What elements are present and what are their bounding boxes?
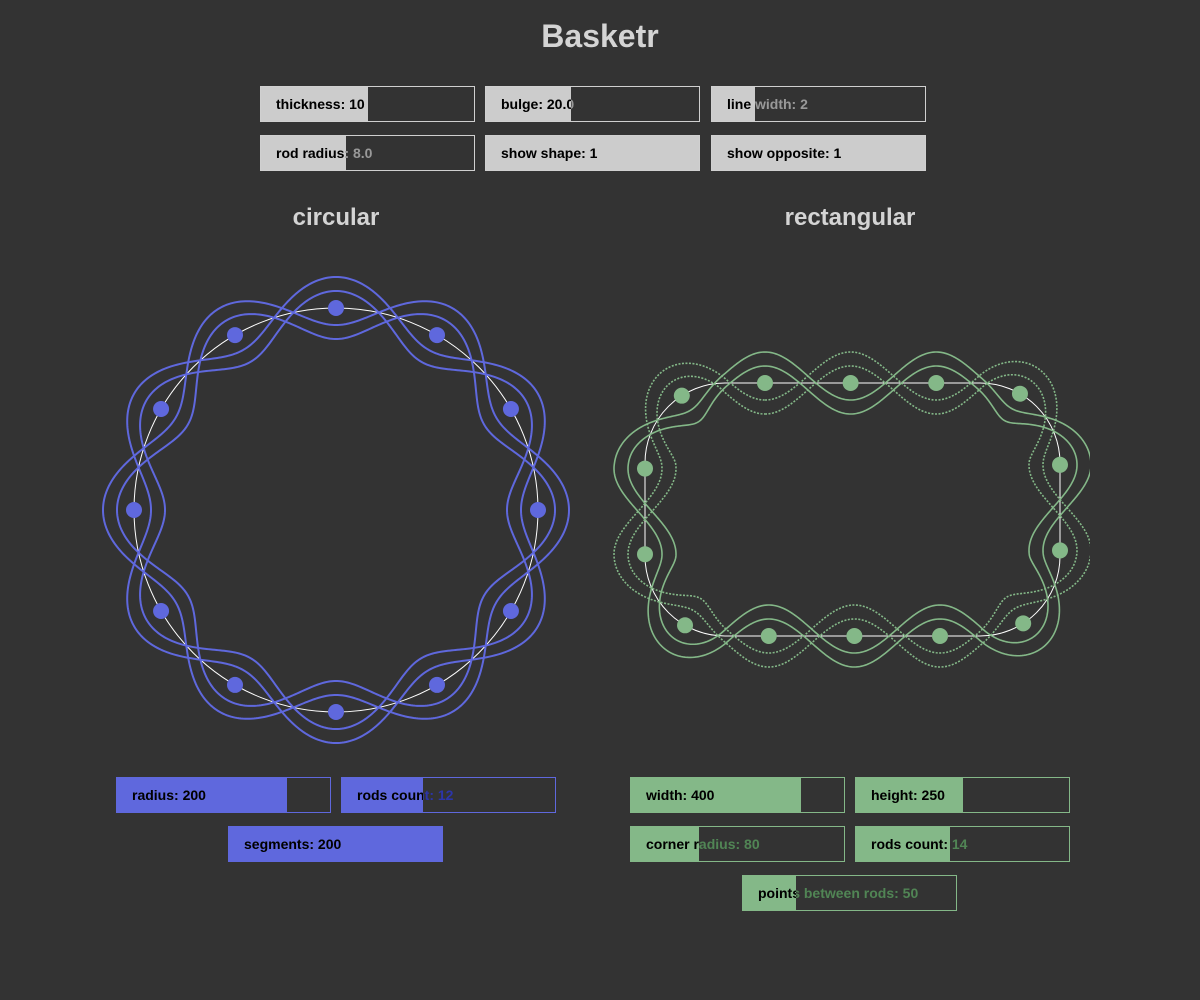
weave-strand (115, 313, 557, 707)
circular-basket-canvas (101, 275, 571, 745)
weave-strand (627, 365, 1078, 654)
weave-strand (139, 289, 533, 731)
slider-label: thickness: 10 (276, 96, 365, 112)
rod (1015, 615, 1032, 632)
radius-slider[interactable]: radius: 200 (116, 777, 331, 813)
rod (153, 603, 170, 619)
rod (328, 300, 344, 316)
slider-label: points between rods: 50 (758, 885, 919, 901)
rod (227, 327, 243, 344)
rod (227, 676, 243, 693)
rod (673, 387, 690, 404)
rod (1052, 456, 1068, 473)
app-title: Basketr (541, 18, 659, 54)
slider-label: bulge: 20.0 (501, 96, 575, 112)
slider-label: show shape: 1 (501, 145, 598, 161)
rod (1052, 542, 1068, 559)
show-opposite-slider[interactable]: show opposite: 1 (711, 135, 926, 171)
rod (1011, 385, 1028, 402)
rod (153, 401, 170, 417)
rod-radius-slider[interactable]: rod radius: 8.0 (260, 135, 475, 171)
rod (932, 628, 948, 644)
rectangular-basket-canvas (613, 351, 1090, 668)
rectangular-rods-count-slider[interactable]: rods count: 14 (855, 826, 1070, 862)
slider-label: show opposite: 1 (727, 145, 842, 161)
rod (126, 502, 142, 518)
rod (760, 628, 777, 644)
slider-label: width: 400 (646, 787, 715, 803)
slider-label: rods count: 14 (871, 836, 968, 852)
rod (502, 603, 519, 619)
circular-rods-count-slider[interactable]: rods count: 12 (341, 777, 556, 813)
slider-label: segments: 200 (244, 836, 342, 852)
rectangular-title: rectangular (784, 204, 916, 231)
rod (637, 460, 653, 477)
rod (928, 375, 945, 391)
thickness-slider[interactable]: thickness: 10 (260, 86, 475, 122)
shape-guide-circle (133, 307, 539, 713)
points-between-rods-slider[interactable]: points between rods: 50 (742, 875, 957, 911)
rod (429, 676, 445, 693)
rod (637, 546, 653, 563)
width-slider[interactable]: width: 400 (630, 777, 845, 813)
weave-strand (101, 300, 571, 720)
slider-label: rod radius: 8.0 (276, 145, 373, 161)
slider-label: corner radius: 80 (646, 836, 760, 852)
circular-title: circular (292, 204, 380, 231)
rod (530, 502, 546, 518)
rod (502, 401, 519, 417)
weave-strand (126, 275, 546, 745)
rod (429, 327, 445, 344)
rod (328, 704, 344, 720)
height-slider[interactable]: height: 250 (855, 777, 1070, 813)
slider-label: line width: 2 (727, 96, 808, 112)
weave-strand (627, 365, 1078, 654)
rod (846, 628, 863, 644)
rod (842, 375, 859, 391)
line-width-slider[interactable]: line width: 2 (711, 86, 926, 122)
rod (757, 375, 773, 391)
slider-label: radius: 200 (132, 787, 206, 803)
shape-guide-rounded-rect (644, 382, 1061, 637)
show-shape-slider[interactable]: show shape: 1 (485, 135, 700, 171)
slider-label: rods count: 12 (357, 787, 454, 803)
segments-slider[interactable]: segments: 200 (228, 826, 443, 862)
corner-radius-slider[interactable]: corner radius: 80 (630, 826, 845, 862)
slider-label: height: 250 (871, 787, 945, 803)
rod (677, 617, 694, 634)
bulge-slider[interactable]: bulge: 20.0 (485, 86, 700, 122)
